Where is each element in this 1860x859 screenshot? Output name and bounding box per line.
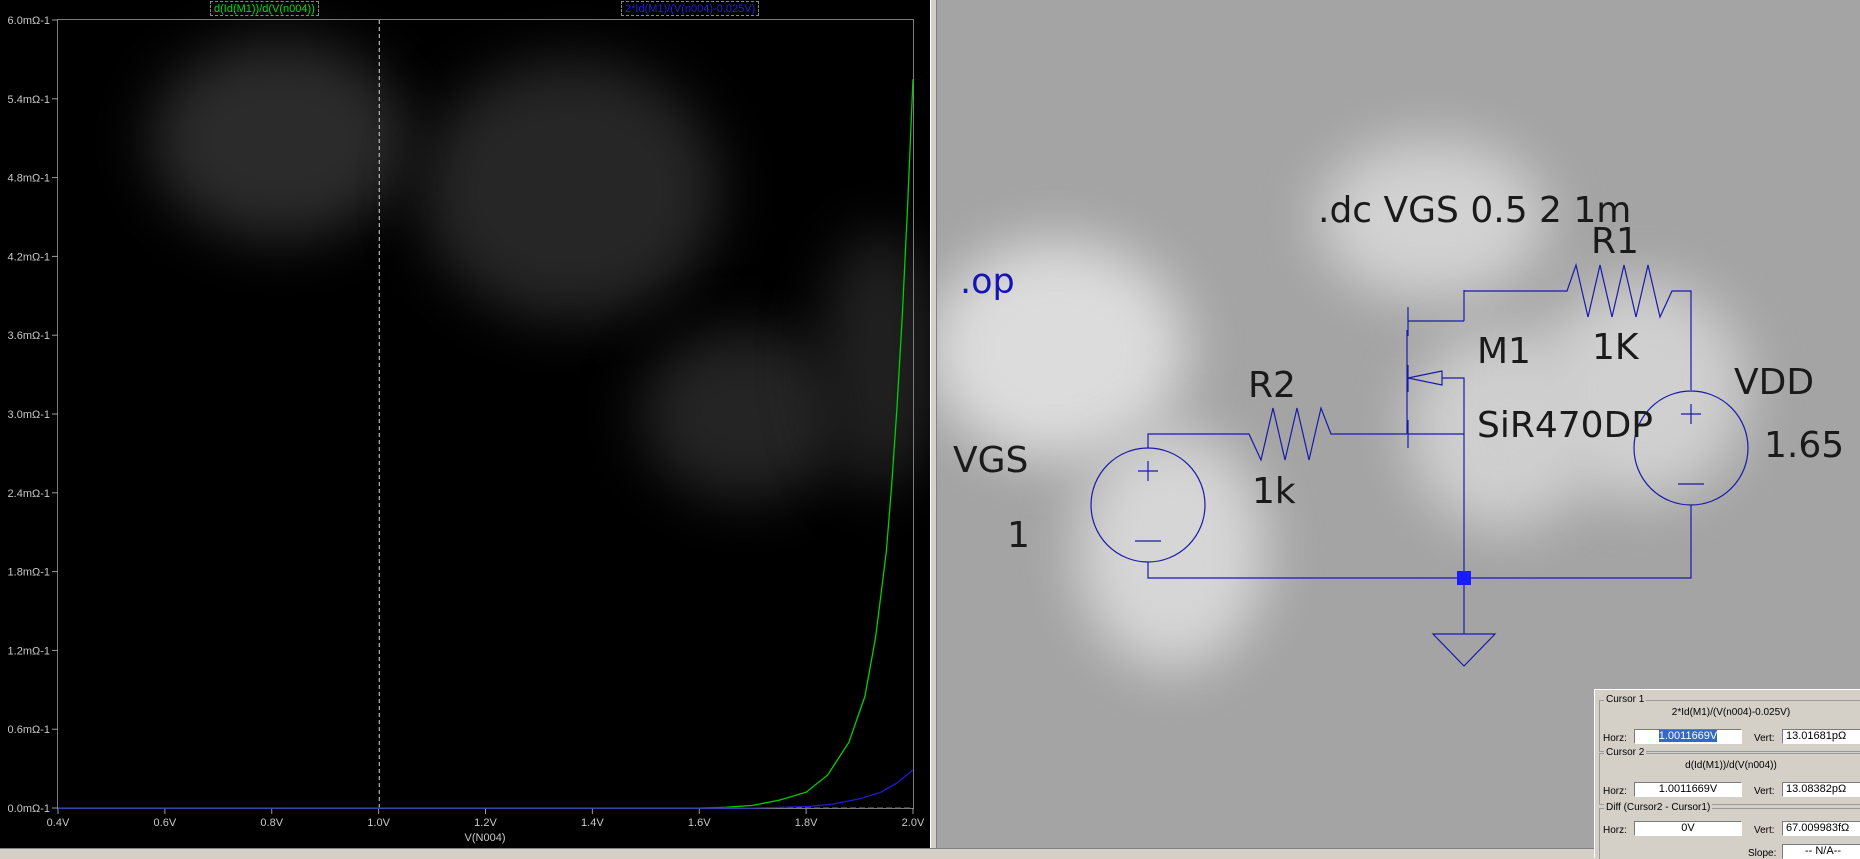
op-directive[interactable]: .op <box>960 262 1015 302</box>
x-tick-label: 2.0V <box>902 817 925 829</box>
cursor1-expression: 2*Id(M1)/(V(n004)-0.025V) <box>1671 707 1791 718</box>
r2-name[interactable]: R2 <box>1248 365 1296 406</box>
x-axis-label: V(N004) <box>465 832 506 844</box>
cursor1-horz-label: Horz: <box>1603 733 1627 744</box>
trace-label-derivative[interactable]: d(Id(M1))/d(V(n004)) <box>210 1 319 16</box>
plot-canvas[interactable]: 6.0mΩ-1 5.4mΩ-1 4.8mΩ-1 4.2mΩ-1 3.6mΩ-1 3.0mΩ… <box>0 0 930 848</box>
cursor2-title: Cursor 2 <box>1604 747 1647 758</box>
diff-slope-field[interactable]: -- N/A-- <box>1782 844 1860 859</box>
vgs-name[interactable]: VGS <box>953 440 1028 481</box>
vgs-value[interactable]: 1 <box>1007 515 1030 556</box>
x-tick-label: 1.4V <box>581 817 604 829</box>
y-tick-label: 5.4mΩ-1 <box>8 94 50 106</box>
m1-name[interactable]: M1 <box>1477 331 1531 372</box>
cursor1-group: Cursor 1 2*Id(M1)/(V(n004)-0.025V) Horz:… <box>1599 694 1860 752</box>
wire-r1-vdd[interactable] <box>1674 290 1692 390</box>
y-tick-label: 0.0mΩ-1 <box>8 803 50 815</box>
cursor1-title: Cursor 1 <box>1604 694 1647 705</box>
y-tick-label: 3.0mΩ-1 <box>8 409 50 421</box>
cursor2-horz-field[interactable]: 1.0011669V <box>1634 782 1742 797</box>
y-tick-label: 1.2mΩ-1 <box>8 645 50 657</box>
plot-frame <box>57 19 914 809</box>
wire-drain[interactable] <box>1463 290 1565 321</box>
wire-r2-vgs[interactable] <box>1147 433 1248 448</box>
diff-group: Diff (Cursor2 - Cursor1) Horz: 0V Vert: … <box>1599 802 1860 859</box>
net-junction-node[interactable] <box>1457 571 1471 585</box>
pane-splitter[interactable] <box>930 0 937 858</box>
cursor-readout-panel[interactable]: Cursor 1 2*Id(M1)/(V(n004)-0.025V) Horz:… <box>1594 689 1860 859</box>
r1-value[interactable]: 1K <box>1592 327 1640 368</box>
wire-ground-return[interactable] <box>1147 505 1692 579</box>
vdd-value[interactable]: 1.65 <box>1764 425 1844 466</box>
y-tick-label: 2.4mΩ-1 <box>8 488 50 500</box>
x-tick-label: 1.2V <box>474 817 497 829</box>
y-tick-label: 1.8mΩ-1 <box>8 567 50 579</box>
m1-model[interactable]: SiR470DP <box>1477 405 1653 446</box>
cursor2-vert-label: Vert: <box>1754 786 1775 797</box>
cursor2-horz-label: Horz: <box>1603 786 1627 797</box>
cursor1-vert-label: Vert: <box>1754 733 1775 744</box>
diff-slope-label: Slope: <box>1748 848 1777 859</box>
y-tick-label: 0.6mΩ-1 <box>8 724 50 736</box>
y-tick-label: 4.2mΩ-1 <box>8 251 50 263</box>
status-strip <box>0 848 1860 859</box>
dc-directive[interactable]: .dc VGS 0.5 2 1m <box>1318 190 1631 231</box>
diff-title: Diff (Cursor2 - Cursor1) <box>1604 802 1713 813</box>
y-tick-label: 4.8mΩ-1 <box>8 173 50 185</box>
diff-vert-label: Vert: <box>1754 825 1775 836</box>
trace-label-gm-estimate[interactable]: 2*Id(M1)/(V(n004)-0.025V) <box>621 1 760 16</box>
y-tick-label: 3.6mΩ-1 <box>8 330 50 342</box>
x-tick-label: 1.8V <box>795 817 818 829</box>
trace-gm-estimate-line[interactable] <box>58 769 914 809</box>
ground-icon[interactable] <box>1431 633 1497 667</box>
x-tick-label: 0.4V <box>47 817 70 829</box>
x-tick-label: 1.6V <box>688 817 711 829</box>
diff-vert-field[interactable]: 67.009983fΩ <box>1782 821 1860 836</box>
cursor1-vert-field[interactable]: 13.01681pΩ <box>1782 729 1860 744</box>
cursor2-group: Cursor 2 d(Id(M1))/d(V(n004)) Horz: 1.00… <box>1599 747 1860 805</box>
mosfet-arrow-icon <box>1407 370 1443 386</box>
resistor-r2[interactable] <box>1248 405 1333 462</box>
mosfet-body-lead <box>1442 377 1465 578</box>
r2-value[interactable]: 1k <box>1252 471 1296 512</box>
diff-horz-label: Horz: <box>1603 825 1627 836</box>
cursor2-expression: d(Id(M1))/d(V(n004)) <box>1685 760 1777 771</box>
trace-derivative-line[interactable] <box>58 79 914 809</box>
r1-name[interactable]: R1 <box>1591 221 1639 262</box>
cursor1-horz-field[interactable]: 1.0011669V <box>1634 729 1742 744</box>
x-tick-label: 0.8V <box>260 817 283 829</box>
resistor-r1[interactable] <box>1565 262 1674 319</box>
x-tick-label: 1.0V <box>367 817 390 829</box>
diff-horz-field[interactable]: 0V <box>1634 821 1742 836</box>
y-tick-label: 6.0mΩ-1 <box>8 15 50 27</box>
x-tick-label: 0.6V <box>154 817 177 829</box>
cursor2-vert-field[interactable]: 13.08382pΩ <box>1782 782 1860 797</box>
waveform-viewer[interactable]: 6.0mΩ-1 5.4mΩ-1 4.8mΩ-1 4.2mΩ-1 3.6mΩ-1 3.0mΩ… <box>0 0 940 848</box>
vdd-name[interactable]: VDD <box>1734 362 1814 403</box>
